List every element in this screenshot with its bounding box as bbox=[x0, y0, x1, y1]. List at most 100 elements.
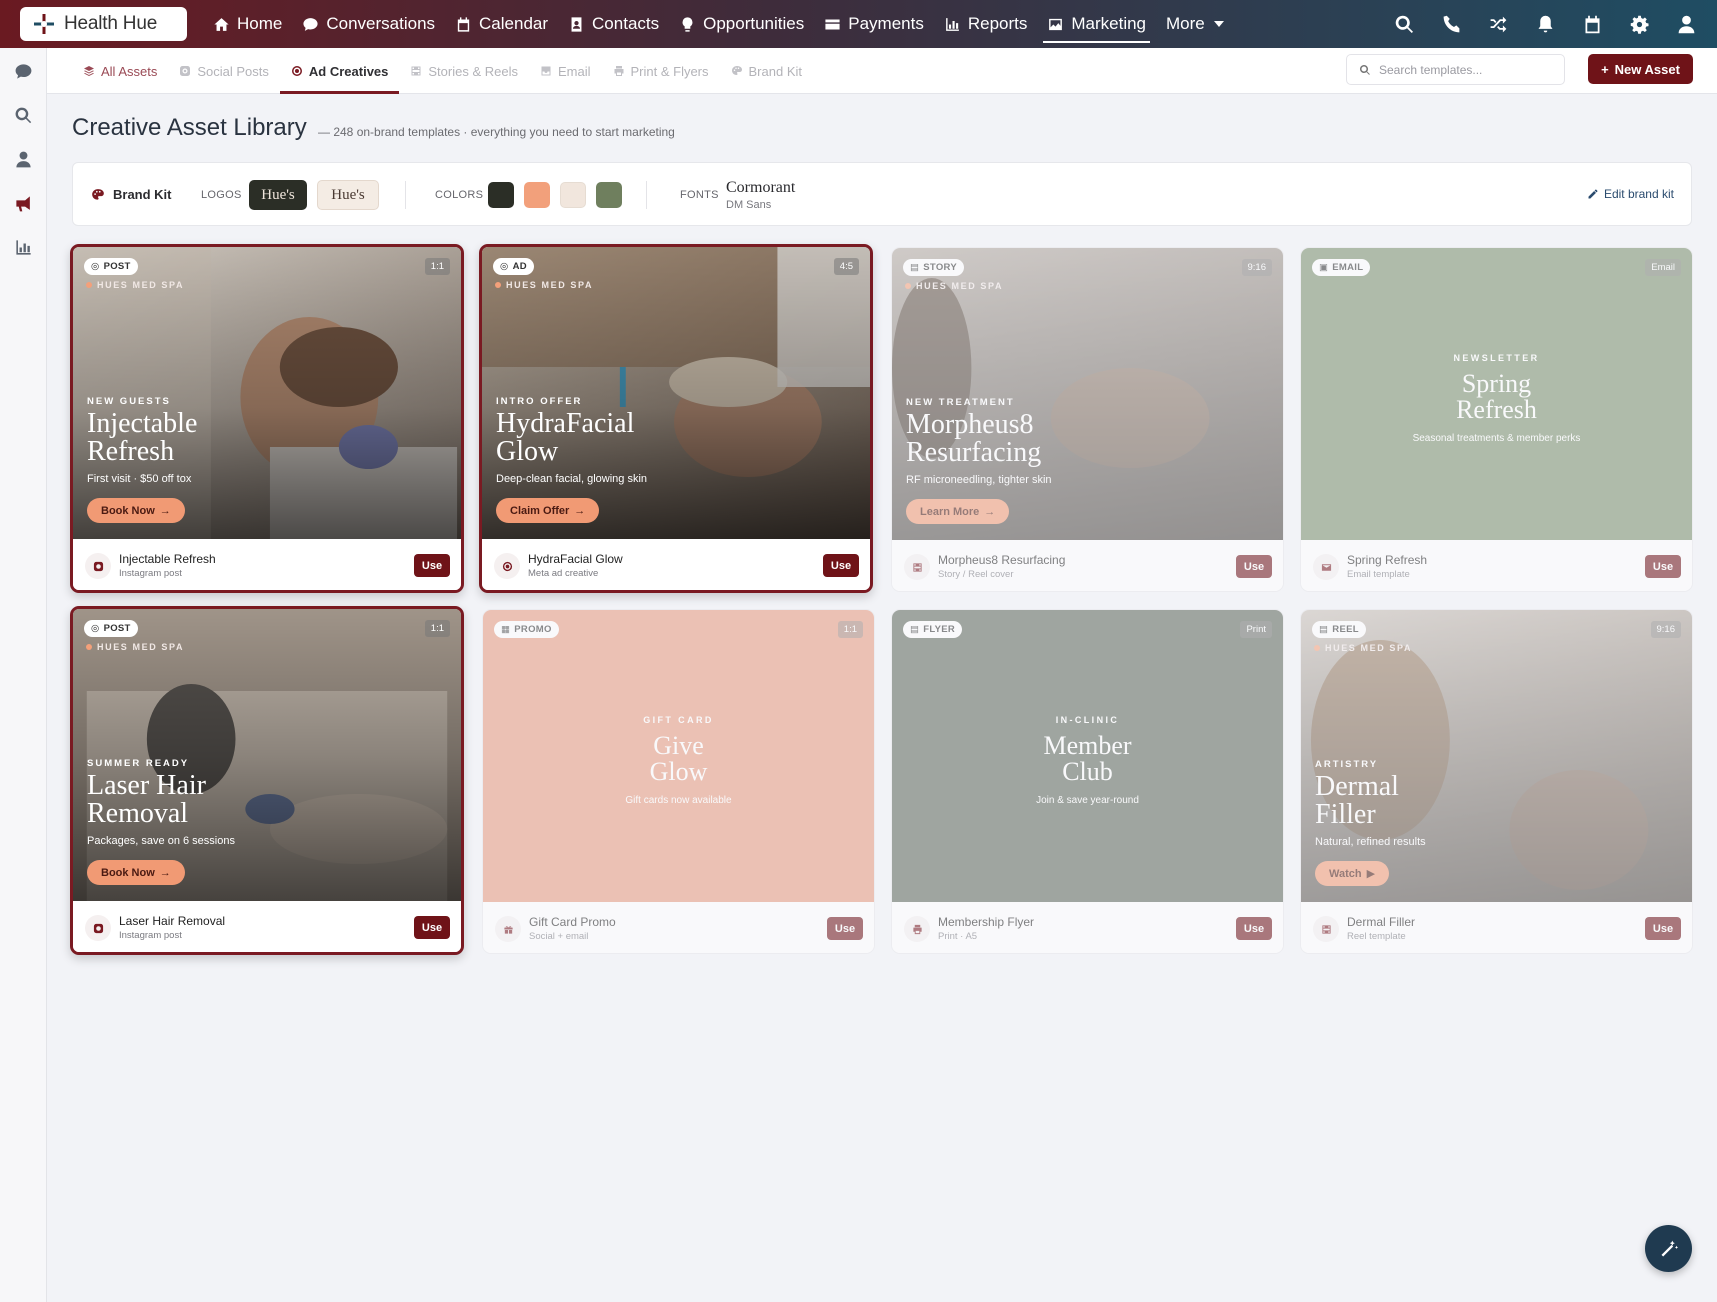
aspect-ratio-badge: 1:1 bbox=[837, 621, 863, 638]
logo-light[interactable]: Hue's bbox=[317, 180, 379, 210]
brand-tag: HUES MED SPA bbox=[1314, 643, 1412, 653]
asset-name: Laser Hair Removal bbox=[119, 914, 226, 928]
nav-conversations[interactable]: Conversations bbox=[292, 0, 445, 48]
user-icon[interactable] bbox=[1676, 14, 1697, 35]
asset-name: Morpheus8 Resurfacing bbox=[938, 553, 1066, 567]
card-type-badge: ▦ PROMO bbox=[494, 621, 559, 638]
tab-all-assets[interactable]: All Assets bbox=[72, 48, 168, 94]
left-rail bbox=[0, 48, 47, 1302]
caret-down-icon bbox=[1213, 21, 1224, 27]
search-input[interactable] bbox=[1379, 62, 1549, 77]
card-tagline: RF microneedling, tighter skin bbox=[906, 474, 1052, 486]
chat-icon[interactable] bbox=[14, 62, 33, 81]
use-button[interactable]: Use bbox=[1645, 555, 1681, 578]
edit-brand-kit-label: Edit brand kit bbox=[1603, 187, 1674, 201]
logo-dark[interactable]: Hue's bbox=[249, 180, 307, 210]
use-button[interactable]: Use bbox=[1236, 555, 1272, 578]
filler-photo-image bbox=[1301, 610, 1692, 902]
use-button[interactable]: Use bbox=[823, 554, 859, 577]
card-headline: Morpheus8 Resurfacing bbox=[906, 411, 1206, 467]
use-button[interactable]: Use bbox=[414, 916, 450, 939]
gear-icon[interactable] bbox=[1629, 14, 1650, 35]
template-search[interactable] bbox=[1346, 54, 1565, 85]
badge-label: STORY bbox=[923, 262, 957, 273]
use-button[interactable]: Use bbox=[414, 554, 450, 577]
brand-tag: HUES MED SPA bbox=[495, 280, 593, 290]
tab-stories-reels[interactable]: Stories & Reels bbox=[399, 48, 529, 94]
nav-payments[interactable]: Payments bbox=[814, 0, 934, 48]
nav-more[interactable]: More bbox=[1156, 0, 1234, 48]
use-button[interactable]: Use bbox=[1645, 917, 1681, 940]
nav-opportunities[interactable]: Opportunities bbox=[669, 0, 814, 48]
search-icon[interactable] bbox=[14, 106, 33, 125]
card-cta-button[interactable]: Book Now → bbox=[87, 860, 185, 885]
tab-social-posts[interactable]: Social Posts bbox=[168, 48, 280, 94]
edit-brand-kit-link[interactable]: Edit brand kit bbox=[1587, 187, 1674, 201]
phone-icon[interactable] bbox=[1441, 14, 1462, 35]
card-headline-block: IN-CLINIC Member Club Join & save year-r… bbox=[892, 715, 1283, 806]
use-button[interactable]: Use bbox=[827, 917, 863, 940]
asset-card[interactable]: ▤ REEL 9:16 HUES MED SPA ARTISTRY Dermal… bbox=[1300, 609, 1693, 954]
bar-chart-icon[interactable] bbox=[14, 238, 33, 257]
asset-card[interactable]: ◎ POST 1:1 HUES MED SPA SUMMER READY Las… bbox=[70, 606, 464, 955]
asset-card[interactable]: ▤ FLYER Print IN-CLINIC Member Club Join… bbox=[891, 609, 1284, 954]
bell-icon[interactable] bbox=[1535, 14, 1556, 35]
user-icon[interactable] bbox=[14, 150, 33, 169]
card-footer: Laser Hair Removal Instagram post Use bbox=[73, 901, 461, 952]
tab-print-flyers[interactable]: Print & Flyers bbox=[602, 48, 720, 94]
tab-ad-creatives[interactable]: Ad Creatives bbox=[279, 48, 400, 94]
use-button[interactable]: Use bbox=[1236, 917, 1272, 940]
card-cta-button[interactable]: Claim Offer → bbox=[496, 498, 600, 523]
font-primary: Cormorant bbox=[726, 179, 796, 196]
tab-email[interactable]: Email bbox=[529, 48, 602, 94]
asset-type: Instagram post bbox=[119, 930, 182, 941]
card-cta-button[interactable]: Book Now → bbox=[87, 498, 185, 523]
aspect-ratio-badge: Email bbox=[1645, 259, 1681, 276]
calendar-icon[interactable] bbox=[1582, 14, 1603, 35]
nav-home[interactable]: Home bbox=[203, 0, 292, 48]
new-asset-button[interactable]: + New Asset bbox=[1588, 54, 1693, 84]
magic-wand-icon bbox=[1661, 1240, 1678, 1256]
nav-calendar[interactable]: Calendar bbox=[445, 0, 558, 48]
card-footer: HydraFacial Glow Meta ad creative Use bbox=[482, 539, 870, 590]
tab-brand-kit[interactable]: Brand Kit bbox=[720, 48, 813, 94]
card-footer: Injectable Refresh Instagram post Use bbox=[73, 539, 461, 590]
card-tagline: Natural, refined results bbox=[1315, 836, 1426, 848]
color-swatch[interactable] bbox=[596, 182, 622, 208]
brand-tag-label: HUES MED SPA bbox=[506, 280, 594, 290]
film-icon: ▤ bbox=[910, 262, 920, 273]
card-icon bbox=[825, 19, 840, 29]
color-swatch[interactable] bbox=[524, 182, 550, 208]
pencil-icon bbox=[1588, 189, 1598, 199]
nav-label: Marketing bbox=[1071, 14, 1147, 33]
chart-icon bbox=[945, 17, 959, 31]
asset-card[interactable]: ◎ POST 1:1 HUES MED SPA NEW GUESTS Injec… bbox=[70, 244, 464, 593]
target-icon bbox=[494, 553, 520, 579]
app-logo[interactable]: Health Hue bbox=[20, 7, 187, 41]
card-cta-button[interactable]: Learn More → bbox=[906, 499, 1010, 524]
magic-wand-button[interactable] bbox=[1645, 1225, 1692, 1272]
arrow-right-icon: → bbox=[574, 504, 586, 517]
megaphone-icon[interactable] bbox=[14, 194, 33, 213]
color-swatch[interactable] bbox=[560, 182, 586, 208]
asset-card[interactable]: ▦ PROMO 1:1 GIFT CARD Give Glow Gift car… bbox=[482, 609, 875, 954]
tab-label: Stories & Reels bbox=[428, 63, 518, 79]
film-icon: ▤ bbox=[1319, 624, 1329, 635]
brand-dot-icon bbox=[86, 282, 92, 288]
card-type-badge: ▤ STORY bbox=[903, 259, 964, 276]
shuffle-icon[interactable] bbox=[1488, 14, 1509, 35]
asset-card[interactable]: ▤ STORY 9:16 HUES MED SPA NEW TREATMENT … bbox=[891, 247, 1284, 592]
card-headline-block: GIFT CARD Give Glow Gift cards now avail… bbox=[483, 715, 874, 806]
search-icon[interactable] bbox=[1394, 14, 1415, 35]
nav-contacts[interactable]: Contacts bbox=[558, 0, 669, 48]
nav-marketing[interactable]: Marketing bbox=[1037, 0, 1156, 48]
headline-line-2: Glow bbox=[649, 757, 708, 786]
tab-label: Ad Creatives bbox=[308, 63, 389, 79]
color-swatch[interactable] bbox=[488, 182, 514, 208]
nav-reports[interactable]: Reports bbox=[934, 0, 1038, 48]
asset-card[interactable]: ◎ AD 4:5 HUES MED SPA INTRO OFFER HydraF… bbox=[479, 244, 873, 593]
tab-label: All Assets bbox=[101, 63, 158, 79]
asset-card[interactable]: ▣ EMAIL Email NEWSLETTER Spring Refresh … bbox=[1300, 247, 1693, 592]
card-cta-button[interactable]: Watch ▶ bbox=[1315, 861, 1390, 886]
card-tagline: Seasonal treatments & member perks bbox=[1412, 433, 1581, 444]
